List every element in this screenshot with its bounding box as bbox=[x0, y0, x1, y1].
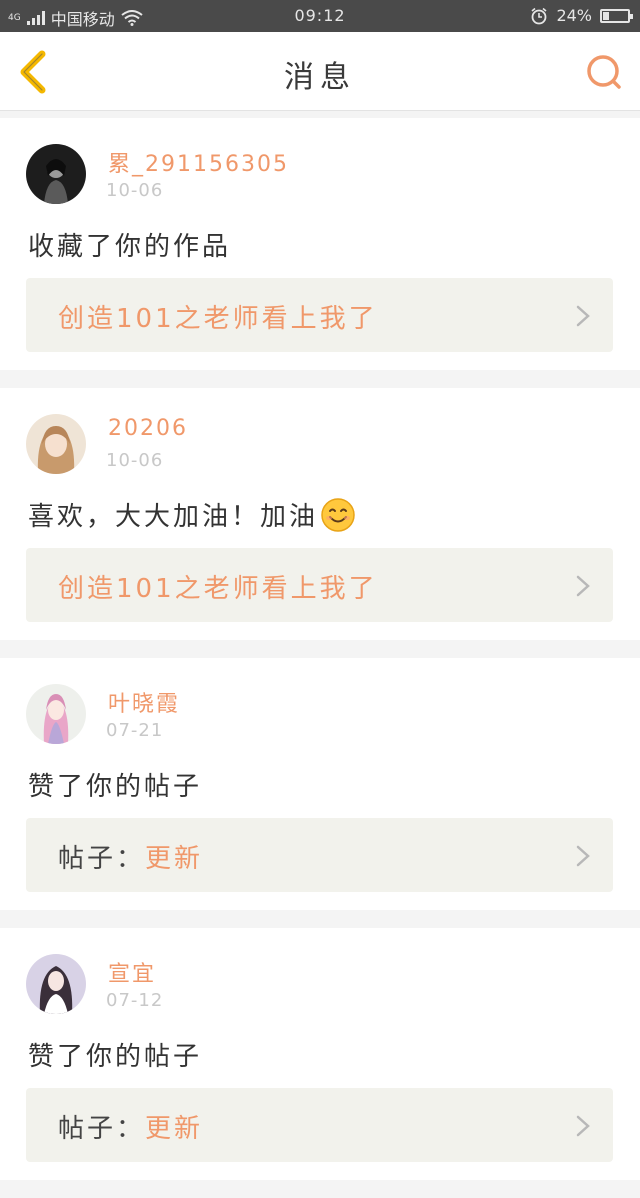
avatar[interactable] bbox=[26, 954, 86, 1014]
message-date: 10-06 bbox=[106, 450, 164, 471]
message-card: 宣宜 07-12 赞了你的帖子 帖子：更新 bbox=[0, 928, 640, 1180]
work-link-label: 创造101之老师看上我了 bbox=[58, 298, 378, 335]
link-prefix: 帖子： bbox=[58, 844, 146, 874]
post-link-label: 帖子：更新 bbox=[58, 838, 203, 875]
message-text-content: 赞了你的帖子 bbox=[28, 1042, 203, 1072]
smiley-emoji-icon bbox=[321, 497, 355, 532]
message-list: 累_291156305 10-06 收藏了你的作品 创造101之老师看上我了 2… bbox=[0, 118, 640, 1198]
message-text: 喜欢，大大加油！加油 bbox=[28, 496, 356, 533]
username[interactable]: 累_291156305 bbox=[108, 146, 289, 178]
work-link[interactable]: 创造101之老师看上我了 bbox=[26, 278, 613, 352]
app-header: 消息 bbox=[0, 32, 640, 111]
avatar[interactable] bbox=[26, 684, 86, 744]
search-icon bbox=[587, 55, 621, 89]
message-text-content: 喜欢，大大加油！加油 bbox=[28, 502, 319, 532]
work-link-label: 创造101之老师看上我了 bbox=[58, 568, 378, 605]
avatar[interactable] bbox=[26, 414, 86, 474]
status-bar: 4G 中国移动 09:12 24% bbox=[0, 0, 640, 32]
link-title: 更新 bbox=[145, 1114, 204, 1144]
link-title: 创造101之老师看上我了 bbox=[58, 304, 378, 334]
chevron-right-icon bbox=[576, 305, 590, 327]
message-text: 赞了你的帖子 bbox=[28, 766, 202, 803]
avatar[interactable] bbox=[26, 144, 86, 204]
username[interactable]: 叶晓霞 bbox=[108, 686, 180, 718]
link-title: 更新 bbox=[145, 844, 204, 874]
battery-percent: 24% bbox=[556, 6, 592, 25]
username[interactable]: 20206 bbox=[108, 416, 188, 441]
message-text-content: 赞了你的帖子 bbox=[28, 772, 203, 802]
page-title: 消息 bbox=[284, 60, 356, 95]
link-prefix: 帖子： bbox=[58, 1114, 146, 1144]
search-button[interactable] bbox=[584, 52, 624, 92]
message-date: 07-12 bbox=[106, 990, 164, 1011]
message-text-content: 收藏了你的作品 bbox=[28, 232, 232, 262]
status-right: 24% bbox=[530, 6, 633, 25]
link-title: 创造101之老师看上我了 bbox=[58, 574, 378, 604]
post-link-label: 帖子：更新 bbox=[58, 1108, 203, 1145]
message-date: 07-21 bbox=[106, 720, 164, 741]
chevron-right-icon bbox=[576, 1115, 590, 1137]
work-link[interactable]: 创造101之老师看上我了 bbox=[26, 548, 613, 622]
chevron-right-icon bbox=[576, 575, 590, 597]
message-text: 收藏了你的作品 bbox=[28, 226, 231, 263]
battery-level bbox=[603, 11, 609, 20]
message-card: 累_291156305 10-06 收藏了你的作品 创造101之老师看上我了 bbox=[0, 118, 640, 370]
alarm-icon bbox=[531, 7, 547, 24]
post-link[interactable]: 帖子：更新 bbox=[26, 1088, 613, 1162]
post-link[interactable]: 帖子：更新 bbox=[26, 818, 613, 892]
message-card: 叶晓霞 07-21 赞了你的帖子 帖子：更新 bbox=[0, 658, 640, 910]
message-card: 20206 10-06 喜欢，大大加油！加油 创造101之老师看上我了 bbox=[0, 388, 640, 640]
message-text: 赞了你的帖子 bbox=[28, 1036, 202, 1073]
chevron-right-icon bbox=[576, 845, 590, 867]
battery-icon bbox=[600, 8, 633, 23]
username[interactable]: 宣宜 bbox=[108, 956, 156, 988]
message-date: 10-06 bbox=[106, 180, 164, 201]
